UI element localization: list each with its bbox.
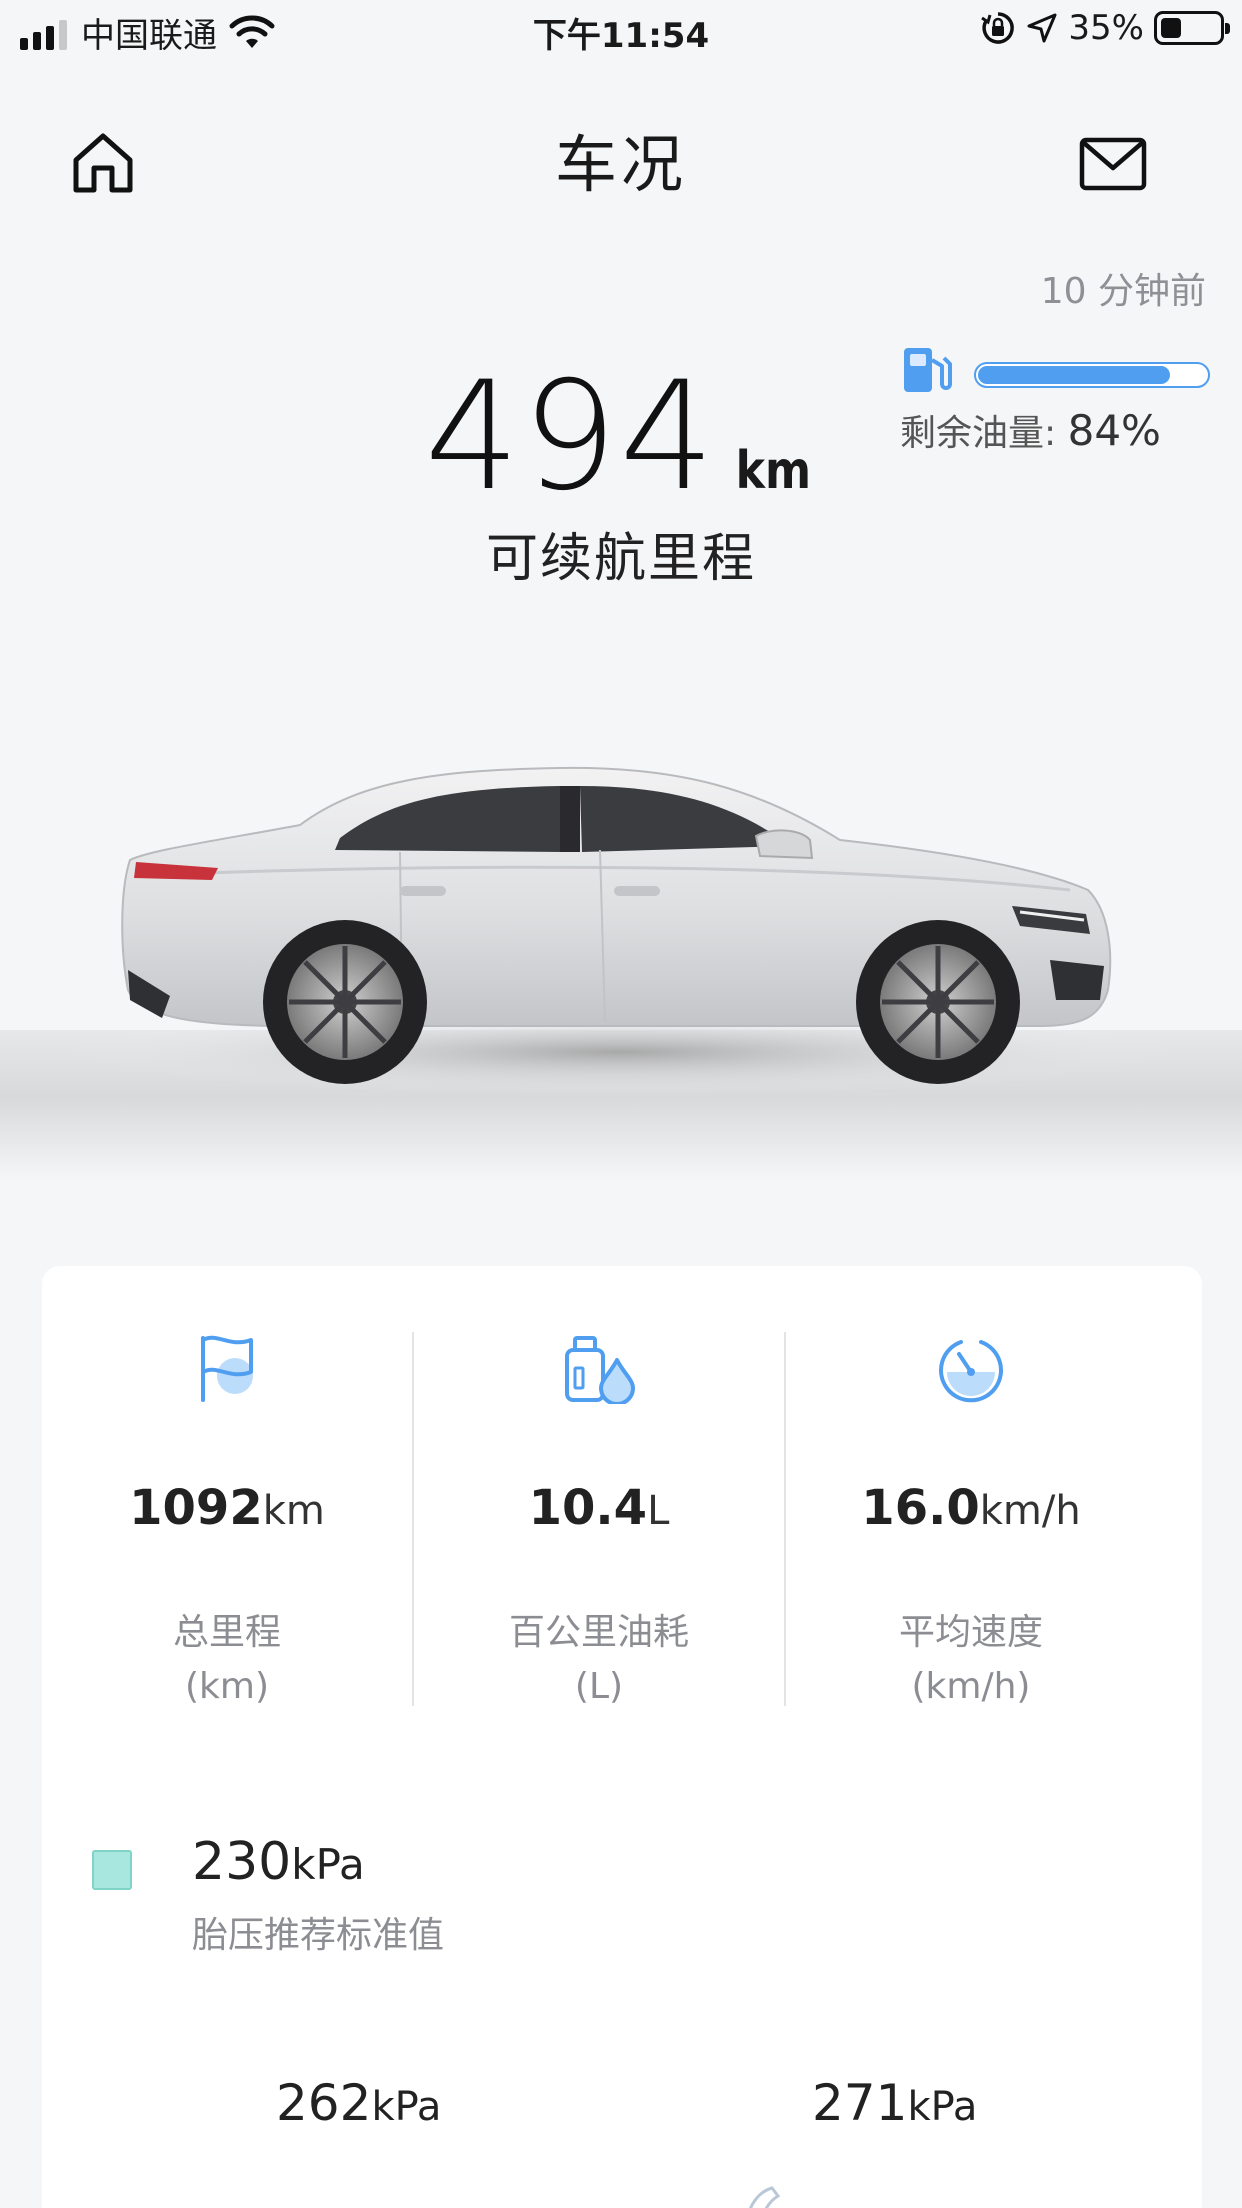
range-label: 可续航里程 <box>485 529 756 589</box>
mail-icon[interactable] <box>1078 134 1148 194</box>
range-display: 494 km <box>0 350 1242 524</box>
rotation-lock-icon <box>981 12 1015 44</box>
range-value: 494 <box>424 350 717 524</box>
fuel-consumption-label: 百公里油耗 (L) <box>414 1606 784 1714</box>
recommended-pressure-unit: kPa <box>291 1840 365 1889</box>
vehicle-stats-card: 1092km 总里程 (km) 10.4L 百公里油耗 (L) 16.0km/h… <box>42 1266 1202 2208</box>
total-mileage-value: 1092km <box>42 1480 412 1536</box>
header: 车况 <box>0 62 1242 252</box>
average-speed-number: 16.0 <box>861 1480 980 1536</box>
fuel-consumption-label-unit: (L) <box>574 1666 624 1707</box>
page-title: 车况 <box>554 128 687 201</box>
front-left-pressure-number: 262 <box>276 2074 372 2132</box>
fuel-consumption-number: 10.4 <box>528 1480 648 1536</box>
battery-icon <box>1154 11 1230 45</box>
average-speed-value: 16.0km/h <box>786 1480 1156 1536</box>
tire-pressure-front-right: 271kPa <box>812 2074 977 2132</box>
status-right: 35% <box>980 8 1230 48</box>
front-right-pressure-number: 271 <box>812 2074 908 2132</box>
front-right-pressure-unit: kPa <box>907 2084 978 2130</box>
average-speed-label-text: 平均速度 <box>898 1612 1043 1653</box>
location-arrow-icon <box>1027 13 1057 43</box>
total-mileage-number: 1092 <box>129 1480 263 1536</box>
car-top-view-fragment <box>749 2186 781 2208</box>
front-left-pressure-unit: kPa <box>371 2084 442 2130</box>
recommended-pressure-label: 胎压推荐标准值 <box>192 1915 445 1956</box>
battery-percent: 35% <box>1068 8 1144 48</box>
total-mileage-unit: km <box>262 1488 325 1534</box>
range-unit: km <box>735 441 811 501</box>
flag-icon <box>201 1335 253 1402</box>
fuel-consumption-label-text: 百公里油耗 <box>508 1612 689 1653</box>
total-mileage-label: 总里程 (km) <box>42 1606 412 1714</box>
average-speed-label: 平均速度 (km/h) <box>786 1606 1156 1714</box>
legend-swatch <box>92 1850 132 1890</box>
status-bar: 中国联通 下午11:54 35% <box>0 0 1242 62</box>
total-mileage-label-text: 总里程 <box>172 1612 281 1653</box>
tire-pressure-front-left: 262kPa <box>276 2074 441 2132</box>
battery-level <box>1161 18 1181 38</box>
recommended-pressure: 230kPa <box>192 1832 365 1892</box>
recommended-pressure-number: 230 <box>192 1832 292 1892</box>
fuel-consumption-unit: L <box>647 1488 670 1534</box>
average-speed-label-unit: (km/h) <box>911 1666 1031 1707</box>
speedometer-icon <box>939 1340 1003 1403</box>
fuel-bottle-icon <box>565 1336 635 1404</box>
average-speed-unit: km/h <box>979 1488 1081 1534</box>
car-image <box>0 766 1242 1180</box>
total-mileage-label-unit: (km) <box>184 1666 269 1707</box>
last-updated-text: 10 分钟前 <box>1040 271 1206 312</box>
fuel-consumption-value: 10.4L <box>414 1480 784 1536</box>
vehicle-status-screen: 中国联通 下午11:54 35% 车况 10 分钟前 剩余油量: 84% 494… <box>0 0 1242 2208</box>
